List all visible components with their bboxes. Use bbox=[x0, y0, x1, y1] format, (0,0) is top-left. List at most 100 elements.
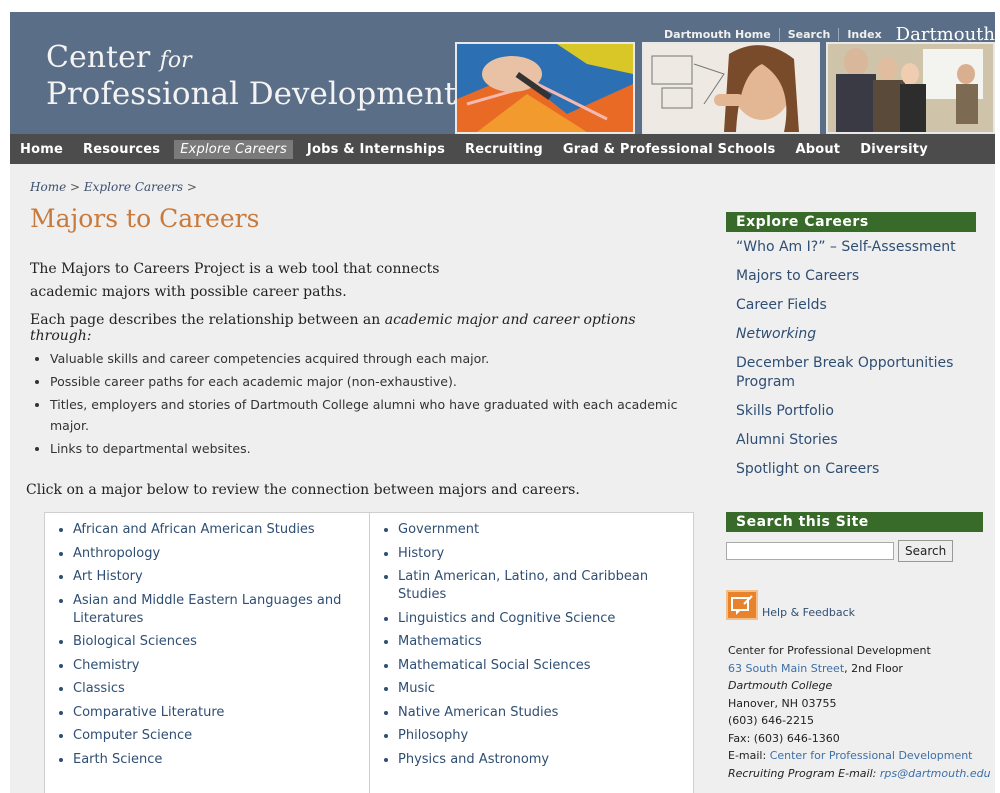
help-feedback-label[interactable]: Help & Feedback bbox=[762, 606, 855, 619]
major-link[interactable]: History bbox=[398, 545, 683, 563]
major-link-label[interactable]: Earth Science bbox=[73, 752, 162, 767]
nav-home[interactable]: Home bbox=[10, 142, 73, 157]
header-photo-painting bbox=[455, 42, 635, 134]
major-link[interactable]: Comparative Literature bbox=[73, 704, 359, 722]
major-link-label[interactable]: Linguistics and Cognitive Science bbox=[398, 611, 615, 626]
search-heading: Search this Site bbox=[726, 512, 983, 532]
header-photo-woman-sketching bbox=[642, 42, 820, 134]
breadcrumb-home[interactable]: Home bbox=[30, 180, 66, 194]
major-link-label[interactable]: Comparative Literature bbox=[73, 705, 224, 720]
breadcrumb: Home > Explore Careers > bbox=[30, 180, 197, 194]
major-link[interactable]: Linguistics and Cognitive Science bbox=[398, 610, 683, 628]
major-link-label[interactable]: Mathematics bbox=[398, 634, 482, 649]
feature-list: Valuable skills and career competencies … bbox=[30, 348, 720, 461]
major-link[interactable]: Classics bbox=[73, 680, 359, 698]
breadcrumb-separator: > bbox=[186, 180, 197, 194]
nav-jobs-internships[interactable]: Jobs & Internships bbox=[297, 142, 455, 157]
sidebar-heading: Explore Careers bbox=[726, 212, 976, 232]
feedback-icon[interactable] bbox=[726, 590, 758, 620]
contact-address: Center for Professional Development 63 S… bbox=[728, 642, 991, 782]
sidebar-link-december-break[interactable]: December Break Opportunities Program bbox=[736, 354, 976, 392]
address-email: E-mail: Center for Professional Developm… bbox=[728, 747, 991, 765]
sidebar-link-self-assessment[interactable]: “Who Am I?” – Self-Assessment bbox=[736, 238, 976, 257]
feature-list-item: Links to departmental websites. bbox=[50, 438, 720, 459]
address-org: Center for Professional Development bbox=[728, 644, 931, 657]
major-link-label[interactable]: Biological Sciences bbox=[73, 634, 197, 649]
email-label: E-mail: bbox=[728, 749, 770, 762]
major-link[interactable]: Native American Studies bbox=[398, 704, 683, 722]
major-link-label[interactable]: Music bbox=[398, 681, 435, 696]
search-button[interactable]: Search bbox=[898, 540, 954, 562]
sidebar-explore-careers: Explore Careers “Who Am I?” – Self-Asses… bbox=[726, 212, 976, 489]
sidebar-link-networking[interactable]: Networking bbox=[736, 325, 976, 344]
main-nav: Home Resources Explore Careers Jobs & In… bbox=[10, 134, 995, 164]
description-part-a: Each page describes the relationship bet… bbox=[30, 312, 385, 328]
major-link[interactable]: Anthropology bbox=[73, 545, 359, 563]
utility-link-index[interactable]: Index bbox=[839, 28, 889, 41]
feature-list-item: Titles, employers and stories of Dartmou… bbox=[50, 394, 720, 436]
major-link[interactable]: Latin American, Latino, and Caribbean St… bbox=[398, 568, 683, 604]
major-link[interactable]: Physics and Astronomy bbox=[398, 751, 683, 769]
utility-link-dartmouth-home[interactable]: Dartmouth Home bbox=[656, 27, 780, 41]
major-link[interactable]: Asian and Middle Eastern Languages and L… bbox=[73, 592, 359, 628]
breadcrumb-separator: > bbox=[70, 180, 81, 194]
major-link-label[interactable]: Native American Studies bbox=[398, 705, 558, 720]
major-link[interactable]: Government bbox=[398, 521, 683, 539]
major-link-label[interactable]: Government bbox=[398, 522, 479, 537]
site-logo[interactable]: Center for Professional Development bbox=[46, 42, 456, 112]
nav-diversity[interactable]: Diversity bbox=[850, 142, 938, 157]
address-college: Dartmouth College bbox=[728, 679, 833, 692]
major-link[interactable]: Mathematical Social Sciences bbox=[398, 657, 683, 675]
majors-column-left: African and African American Studies Ant… bbox=[45, 513, 369, 793]
major-link-label[interactable]: Asian and Middle Eastern Languages and L… bbox=[73, 593, 341, 626]
page: Center for Professional Development Dart… bbox=[10, 12, 995, 793]
major-link[interactable]: Earth Science bbox=[73, 751, 359, 769]
breadcrumb-explore-careers[interactable]: Explore Careers bbox=[84, 180, 183, 194]
logo-for: for bbox=[159, 48, 192, 73]
search-input[interactable] bbox=[726, 542, 894, 560]
page-title: Majors to Careers bbox=[30, 204, 260, 233]
nav-grad-professional-schools[interactable]: Grad & Professional Schools bbox=[553, 142, 786, 157]
intro-text: The Majors to Careers Project is a web t… bbox=[30, 258, 450, 304]
major-link-label[interactable]: Chemistry bbox=[73, 658, 140, 673]
street-link[interactable]: 63 South Main Street bbox=[728, 662, 844, 675]
major-link-label[interactable]: Computer Science bbox=[73, 728, 192, 743]
sidebar-link-career-fields[interactable]: Career Fields bbox=[736, 296, 976, 315]
address-street: 63 South Main Street, 2nd Floor bbox=[728, 660, 991, 678]
sidebar-link-skills-portfolio[interactable]: Skills Portfolio bbox=[736, 402, 976, 421]
major-link[interactable]: Computer Science bbox=[73, 727, 359, 745]
nav-recruiting[interactable]: Recruiting bbox=[455, 142, 553, 157]
major-link-label[interactable]: African and African American Studies bbox=[73, 522, 315, 537]
major-link-label[interactable]: History bbox=[398, 546, 444, 561]
major-link[interactable]: Biological Sciences bbox=[73, 633, 359, 651]
nav-about[interactable]: About bbox=[785, 142, 850, 157]
major-link[interactable]: Chemistry bbox=[73, 657, 359, 675]
major-link[interactable]: African and African American Studies bbox=[73, 521, 359, 539]
sidebar-link-alumni-stories[interactable]: Alumni Stories bbox=[736, 431, 976, 450]
major-link-label[interactable]: Physics and Astronomy bbox=[398, 752, 549, 767]
nav-explore-careers[interactable]: Explore Careers bbox=[174, 139, 293, 159]
help-feedback[interactable]: Help & Feedback bbox=[726, 590, 855, 620]
nav-resources[interactable]: Resources bbox=[73, 142, 170, 157]
utility-link-search[interactable]: Search bbox=[780, 27, 840, 41]
feature-list-item: Possible career paths for each academic … bbox=[50, 371, 720, 392]
sidebar-link-spotlight[interactable]: Spotlight on Careers bbox=[736, 460, 976, 479]
major-link[interactable]: Music bbox=[398, 680, 683, 698]
address-fax: Fax: (603) 646-1360 bbox=[728, 731, 840, 745]
header-photo-meeting bbox=[826, 42, 995, 134]
major-link-label[interactable]: Philosophy bbox=[398, 728, 468, 743]
email-link[interactable]: Center for Professional Development bbox=[770, 749, 973, 762]
major-link-label[interactable]: Classics bbox=[73, 681, 125, 696]
majors-column-right: Government History Latin American, Latin… bbox=[369, 513, 693, 793]
recruit-label: Recruiting Program E-mail: bbox=[728, 766, 880, 780]
intro-line-2: academic majors with possible career pat… bbox=[30, 284, 347, 300]
major-link-label[interactable]: Art History bbox=[73, 569, 143, 584]
major-link-label[interactable]: Mathematical Social Sciences bbox=[398, 658, 591, 673]
major-link-label[interactable]: Latin American, Latino, and Caribbean St… bbox=[398, 569, 648, 602]
sidebar-link-majors-to-careers[interactable]: Majors to Careers bbox=[736, 267, 976, 286]
recruit-email-link[interactable]: rps@dartmouth.edu bbox=[880, 767, 991, 780]
major-link[interactable]: Art History bbox=[73, 568, 359, 586]
major-link[interactable]: Mathematics bbox=[398, 633, 683, 651]
major-link-label[interactable]: Anthropology bbox=[73, 546, 160, 561]
major-link[interactable]: Philosophy bbox=[398, 727, 683, 745]
